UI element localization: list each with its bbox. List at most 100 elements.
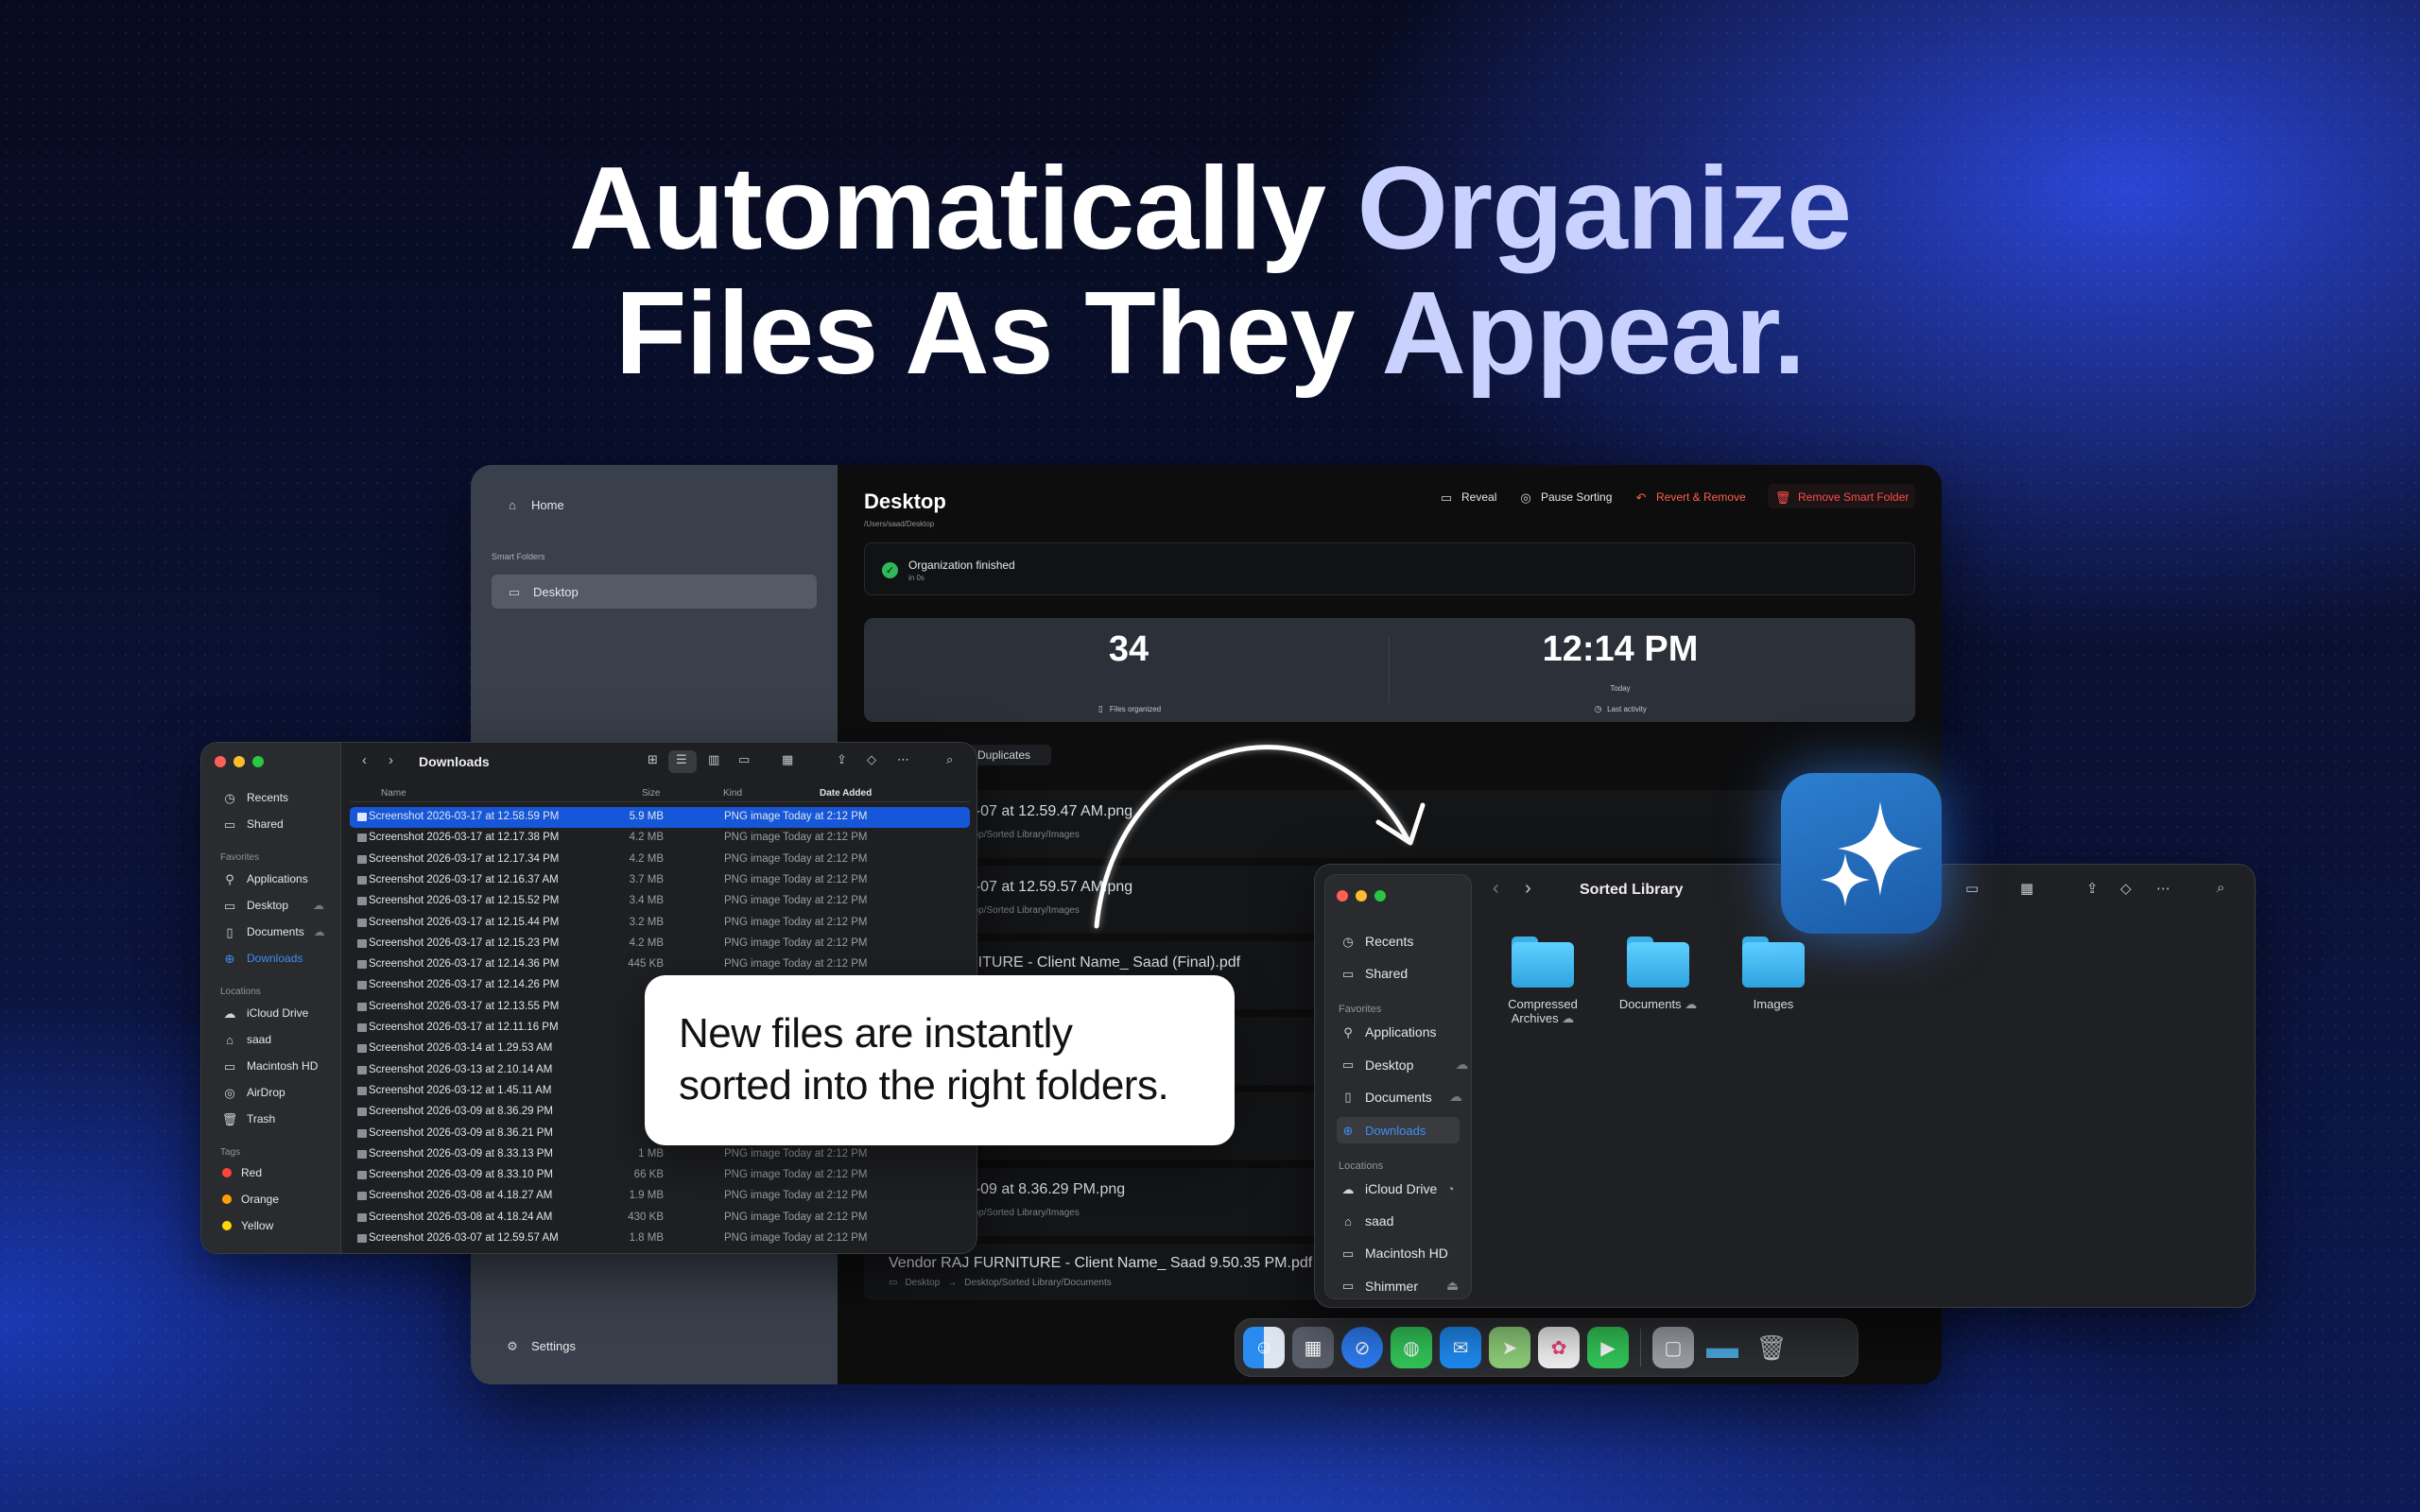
sidebar-item-shimmer[interactable]: ▭ Shimmer ⏏	[1340, 1278, 1459, 1294]
folder-images[interactable]: Images	[1721, 936, 1825, 1011]
forward-icon[interactable]: ›	[1525, 878, 1531, 900]
column-header-name[interactable]: Name	[381, 788, 406, 799]
sidebar-item-applications[interactable]: ⚲ Applications	[1340, 1024, 1436, 1040]
forward-icon[interactable]: ›	[389, 752, 393, 768]
table-row[interactable]: Screenshot 2026-03-17 at 12.58.59 PM 5.9 …	[350, 807, 970, 828]
messages-app-icon[interactable]: ◍	[1391, 1327, 1432, 1368]
sidebar-item-icloud[interactable]: ☁ iCloud Drive	[222, 1005, 309, 1021]
remove-smart-folder-button[interactable]: 🗑 Remove Smart Folder	[1775, 490, 1910, 505]
preview-app-icon[interactable]: ▢	[1652, 1327, 1694, 1368]
table-row[interactable]: Screenshot 2026-03-17 at 12.15.44 PM 3.2 …	[350, 913, 970, 934]
trash-icon: 🗑	[221, 1111, 238, 1126]
launchpad-app-icon[interactable]: ▦	[1292, 1327, 1334, 1368]
back-icon[interactable]: ‹	[362, 752, 367, 768]
pause-sorting-button[interactable]: ◎ Pause Sorting	[1518, 490, 1612, 505]
table-row[interactable]: Screenshot 2026-03-09 at 8.33.10 PM 66 KB…	[350, 1165, 970, 1186]
locations-section-label: Locations	[220, 987, 261, 997]
group-icon[interactable]: ▦	[782, 752, 793, 767]
sidebar-tag-yellow[interactable]: Yellow	[222, 1219, 273, 1232]
sidebar-item-downloads[interactable]: ⊕ Downloads	[1340, 1123, 1426, 1138]
sidebar-item-desktop[interactable]: ▭ Desktop ☁	[222, 898, 324, 913]
column-header-kind[interactable]: Kind	[723, 788, 742, 799]
image-file-icon	[357, 1192, 367, 1201]
sidebar-item-settings[interactable]: ⚙ Settings	[505, 1338, 576, 1353]
folder-documents[interactable]: Documents ☁	[1606, 936, 1710, 1012]
sidebar-item-documents[interactable]: ▯ Documents ☁	[222, 924, 324, 939]
download-icon: ⊕	[1342, 1123, 1354, 1138]
maps-app-icon[interactable]: ➤	[1489, 1327, 1530, 1368]
list-view-icon[interactable]: ☰	[676, 752, 687, 767]
table-row[interactable]: Screenshot 2026-03-17 at 12.14.36 PM 445 …	[350, 954, 970, 975]
photos-app-icon[interactable]: ✿	[1538, 1327, 1580, 1368]
image-file-icon	[357, 897, 367, 906]
sidebar-item-icloud[interactable]: ☁ iCloud Drive ◔	[1340, 1181, 1455, 1196]
table-row[interactable]: Screenshot 2026-03-07 at 12.59.57 AM 1.8 …	[350, 1228, 970, 1249]
download-icon: ⊕	[224, 951, 235, 966]
minimize-button[interactable]	[233, 756, 245, 767]
item-path: Desktop/Sorted Library/Documents	[964, 1278, 1112, 1288]
folder-label-1: Compressed	[1508, 997, 1578, 1011]
sidebar-item-documents[interactable]: ▯ Documents ☁	[1340, 1089, 1461, 1105]
group-icon[interactable]: ▦	[2020, 880, 2033, 897]
minimize-button[interactable]	[1356, 890, 1367, 902]
sidebar-item-recents[interactable]: ◷ Recents	[222, 790, 288, 805]
image-file-icon	[357, 1234, 367, 1243]
sidebar-item-macintosh-hd[interactable]: ▭ Macintosh HD	[1340, 1246, 1448, 1261]
folder-icon[interactable]: ▬	[1702, 1327, 1743, 1368]
sidebar-item-desktop[interactable]: ▭ Desktop ☁	[1340, 1057, 1469, 1073]
sidebar-item-home[interactable]: ⌂ Home	[505, 497, 564, 512]
callout-line2: sorted into the right folders.	[679, 1062, 1169, 1108]
share-icon[interactable]: ⇪	[837, 752, 847, 767]
sidebar-item-macintosh-hd[interactable]: ▭ Macintosh HD	[222, 1058, 319, 1074]
share-icon[interactable]: ⇪	[2086, 880, 2099, 897]
sidebar-item-trash[interactable]: 🗑 Trash	[222, 1111, 275, 1126]
icon-view-icon[interactable]: ⊞	[648, 752, 658, 767]
sidebar-item-saad[interactable]: ⌂ saad	[1340, 1213, 1393, 1228]
tag-icon[interactable]: ◇	[867, 752, 876, 767]
sidebar-item-downloads[interactable]: ⊕ Downloads	[222, 951, 303, 966]
finder-app-icon[interactable]: ☺	[1243, 1327, 1285, 1368]
sidebar-item-recents[interactable]: ◷ Recents	[1340, 934, 1413, 949]
table-row[interactable]: Screenshot 2026-03-17 at 12.17.38 PM 4.2 …	[350, 828, 970, 849]
facetime-app-icon[interactable]: ▶	[1587, 1327, 1629, 1368]
mail-app-icon[interactable]: ✉	[1440, 1327, 1481, 1368]
close-button[interactable]	[215, 756, 226, 767]
tag-icon[interactable]: ◇	[2120, 880, 2132, 897]
sidebar-tag-red[interactable]: Red	[222, 1166, 262, 1179]
column-header-date-added[interactable]: Date Added	[820, 788, 872, 799]
safari-app-icon[interactable]: ⊘	[1341, 1327, 1383, 1368]
search-icon[interactable]: ⌕	[946, 752, 953, 767]
sidebar-item-saad[interactable]: ⌂ saad	[222, 1032, 271, 1047]
table-row[interactable]: Screenshot 2026-03-08 at 4.18.27 AM 1.9 M…	[350, 1186, 970, 1207]
column-header-size[interactable]: Size	[642, 788, 660, 799]
more-icon[interactable]: ⋯	[2156, 880, 2170, 897]
image-file-icon	[357, 1171, 367, 1180]
table-row[interactable]: Screenshot 2026-03-17 at 12.17.34 PM 4.2 …	[350, 850, 970, 870]
trash-icon[interactable]: 🗑	[1751, 1327, 1792, 1368]
revert-remove-button[interactable]: ↶ Revert & Remove	[1634, 490, 1746, 505]
table-row[interactable]: Screenshot 2026-03-09 at 8.33.13 PM 1 MB P…	[350, 1144, 970, 1165]
table-row[interactable]: Screenshot 2026-03-17 at 12.16.37 AM 3.7 …	[350, 870, 970, 891]
zoom-button[interactable]	[1374, 890, 1386, 902]
table-row[interactable]: Screenshot 2026-03-17 at 12.15.52 PM 3.4 …	[350, 891, 970, 912]
search-icon[interactable]: ⌕	[2217, 880, 2224, 896]
table-row[interactable]: Screenshot 2026-03-08 at 4.18.24 AM 430 K…	[350, 1208, 970, 1228]
sidebar-tag-orange[interactable]: Orange	[222, 1193, 279, 1206]
column-view-icon[interactable]: ▥	[708, 752, 719, 767]
sidebar-item-shared[interactable]: ▭ Shared	[222, 816, 284, 832]
reveal-button[interactable]: ▭ Reveal	[1439, 490, 1497, 505]
sidebar-item-shared[interactable]: ▭ Shared	[1340, 966, 1408, 981]
folder-compressed-archives[interactable]: Compressed Archives ☁	[1491, 936, 1595, 1026]
back-icon[interactable]: ‹	[1493, 878, 1499, 900]
table-row[interactable]: Screenshot 2026-03-17 at 12.15.23 PM 4.2 …	[350, 934, 970, 954]
gallery-view-icon[interactable]: ▭	[738, 752, 750, 767]
close-button[interactable]	[1337, 890, 1348, 902]
zoom-button[interactable]	[252, 756, 264, 767]
locations-section-label: Locations	[1339, 1160, 1384, 1172]
gallery-view-icon[interactable]: ▭	[1965, 880, 1979, 897]
cell-date: Today at 2:12 PM	[783, 1147, 868, 1160]
sidebar-item-airdrop[interactable]: ◎ AirDrop	[222, 1085, 285, 1100]
sidebar-item-applications[interactable]: ⚲ Applications	[222, 871, 307, 886]
cell-kind: PNG image	[724, 1169, 781, 1181]
more-icon[interactable]: ⋯	[897, 752, 909, 767]
